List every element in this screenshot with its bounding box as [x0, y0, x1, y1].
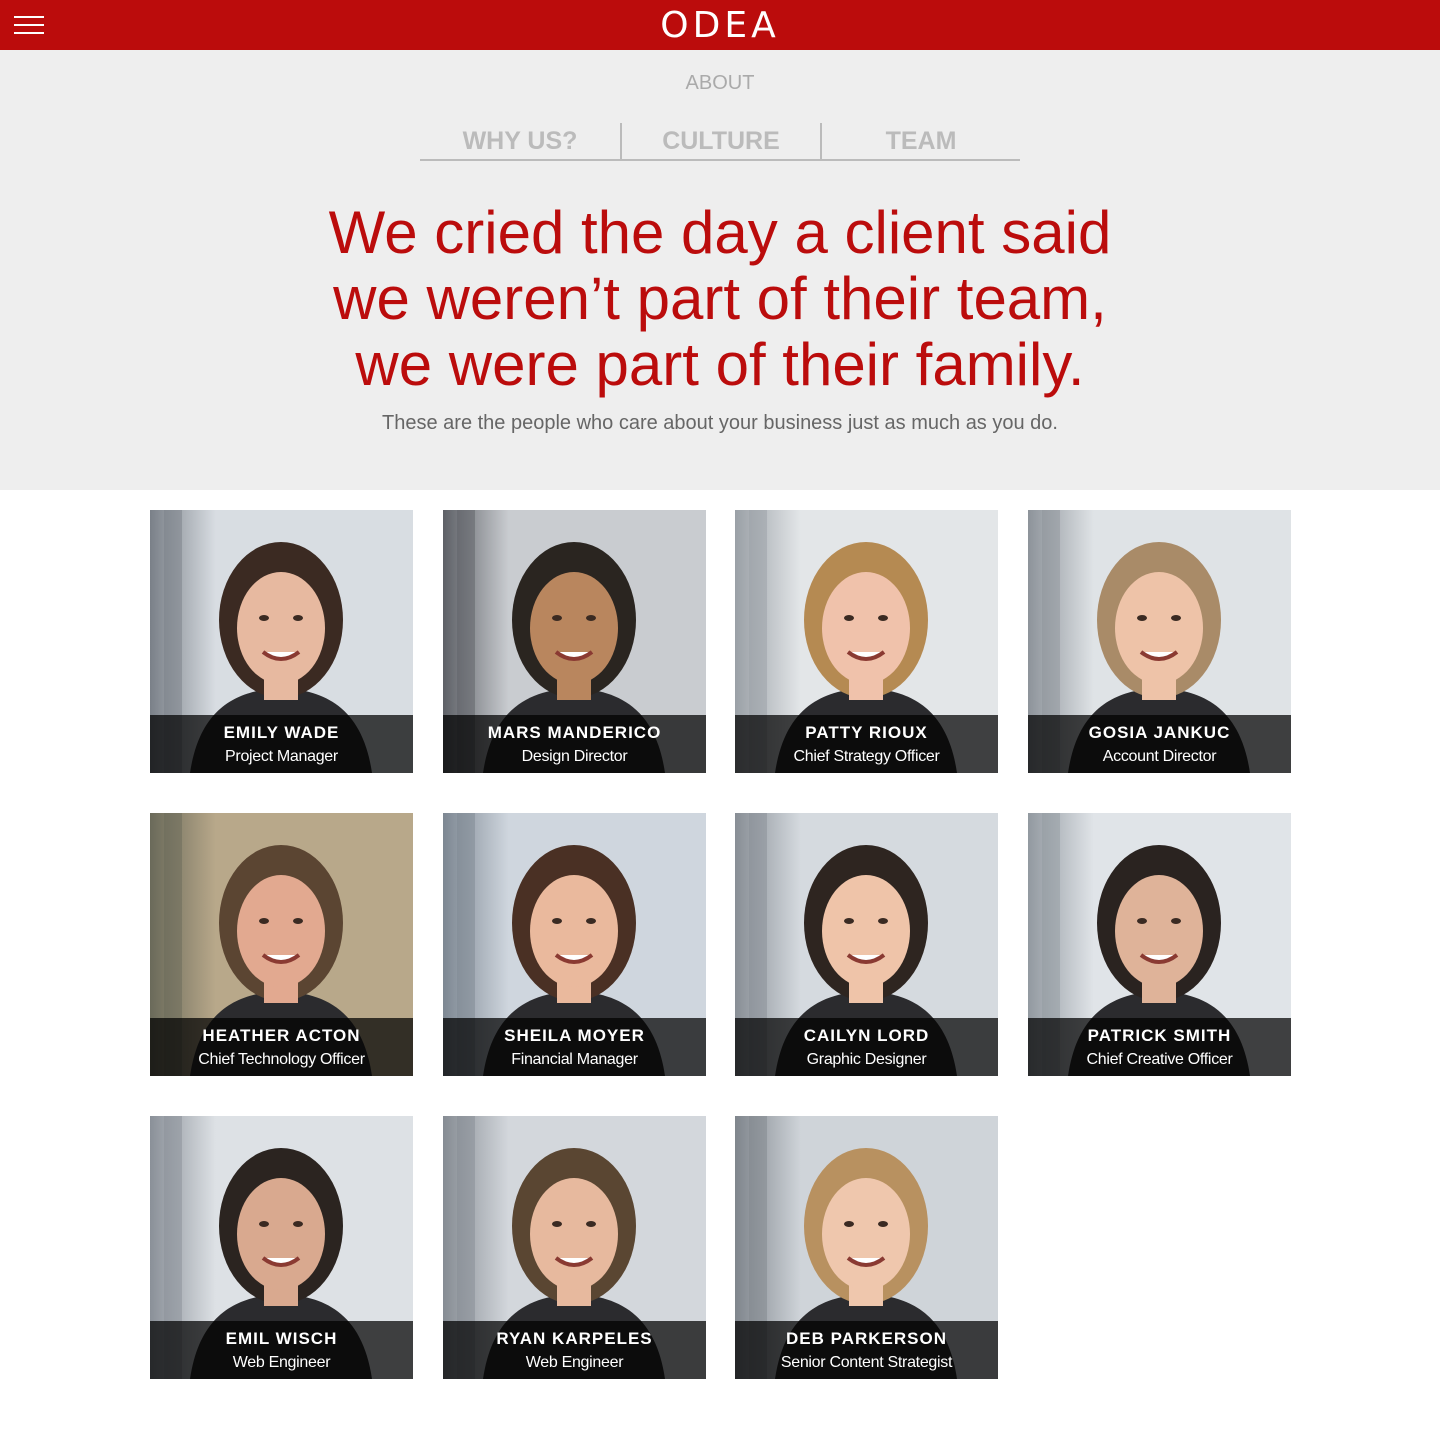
member-role: Graphic Designer	[806, 1051, 927, 1068]
member-caption: EMILY WADE Project Manager	[150, 715, 413, 773]
member-name: GOSIA JANKUC	[1088, 723, 1231, 742]
member-name: PATRICK SMITH	[1087, 1026, 1232, 1045]
team-card-emily-wade[interactable]: EMILY WADE Project Manager	[150, 510, 413, 773]
member-name: SHEILA MOYER	[504, 1026, 645, 1045]
team-card-ryan-karpeles[interactable]: RYAN KARPELES Web Engineer	[443, 1116, 706, 1379]
about-subnav: WHY US? CULTURE TEAM	[420, 123, 1020, 161]
team-card-heather-acton[interactable]: HEATHER ACTON Chief Technology Officer	[150, 813, 413, 1076]
team-card-cailyn-lord[interactable]: CAILYN LORD Graphic Designer	[735, 813, 998, 1076]
member-role: Web Engineer	[232, 1354, 331, 1371]
team-grid: EMILY WADE Project Manager MARS MANDERICO D…	[150, 510, 1291, 1380]
member-role: Web Engineer	[525, 1354, 624, 1371]
member-name: DEB PARKERSON	[786, 1329, 947, 1348]
member-role: Senior Content Strategist	[780, 1354, 953, 1371]
member-caption: GOSIA JANKUC Account Director	[1028, 715, 1291, 773]
member-caption: SHEILA MOYER Financial Manager	[443, 1018, 706, 1076]
tab-why-us[interactable]: WHY US?	[420, 123, 620, 159]
headline-line: We cried the day a client said	[328, 199, 1112, 266]
team-card-patty-rioux[interactable]: PATTY RIOUX Chief Strategy Officer	[735, 510, 998, 773]
tab-team[interactable]: TEAM	[820, 123, 1020, 159]
member-caption: RYAN KARPELES Web Engineer	[443, 1321, 706, 1379]
member-name: HEATHER ACTON	[202, 1026, 361, 1045]
member-caption: PATTY RIOUX Chief Strategy Officer	[735, 715, 998, 773]
hamburger-menu-icon[interactable]	[14, 14, 44, 36]
member-role: Project Manager	[225, 748, 338, 765]
team-card-sheila-moyer[interactable]: SHEILA MOYER Financial Manager	[443, 813, 706, 1076]
member-caption: EMIL WISCH Web Engineer	[150, 1321, 413, 1379]
member-name: PATTY RIOUX	[805, 723, 928, 742]
member-name: MARS MANDERICO	[487, 723, 662, 742]
member-caption: DEB PARKERSON Senior Content Strategist	[735, 1321, 998, 1379]
member-role: Account Director	[1102, 748, 1217, 765]
member-role: Design Director	[521, 748, 628, 765]
page-headline: We cried the day a client said we weren’…	[220, 200, 1220, 398]
section-label: ABOUT	[685, 72, 755, 94]
top-bar: ODEA	[0, 0, 1440, 50]
member-name: EMIL WISCH	[225, 1329, 338, 1348]
team-card-deb-parkerson[interactable]: DEB PARKERSON Senior Content Strategist	[735, 1116, 998, 1379]
team-card-patrick-smith[interactable]: PATRICK SMITH Chief Creative Officer	[1028, 813, 1291, 1076]
odea-logo[interactable]: ODEA	[600, 6, 840, 46]
about-hero: ABOUT WHY US? CULTURE TEAM We cried the …	[0, 50, 1440, 490]
member-caption: PATRICK SMITH Chief Creative Officer	[1028, 1018, 1291, 1076]
tagline: These are the people who care about your…	[382, 412, 1058, 434]
tab-culture[interactable]: CULTURE	[620, 123, 820, 159]
member-name: CAILYN LORD	[803, 1026, 930, 1045]
headline-line: we were part of their family.	[355, 331, 1085, 398]
member-role: Chief Creative Officer	[1086, 1051, 1233, 1068]
member-caption: CAILYN LORD Graphic Designer	[735, 1018, 998, 1076]
member-caption: HEATHER ACTON Chief Technology Officer	[150, 1018, 413, 1076]
member-name: EMILY WADE	[223, 723, 340, 742]
team-card-emil-wisch[interactable]: EMIL WISCH Web Engineer	[150, 1116, 413, 1379]
team-card-mars-manderico[interactable]: MARS MANDERICO Design Director	[443, 510, 706, 773]
member-role: Chief Strategy Officer	[793, 748, 940, 765]
headline-line: we weren’t part of their team,	[333, 265, 1107, 332]
team-card-gosia-jankuc[interactable]: GOSIA JANKUC Account Director	[1028, 510, 1291, 773]
member-caption: MARS MANDERICO Design Director	[443, 715, 706, 773]
member-role: Chief Technology Officer	[198, 1051, 365, 1068]
member-role: Financial Manager	[511, 1051, 638, 1068]
member-name: RYAN KARPELES	[496, 1329, 653, 1348]
